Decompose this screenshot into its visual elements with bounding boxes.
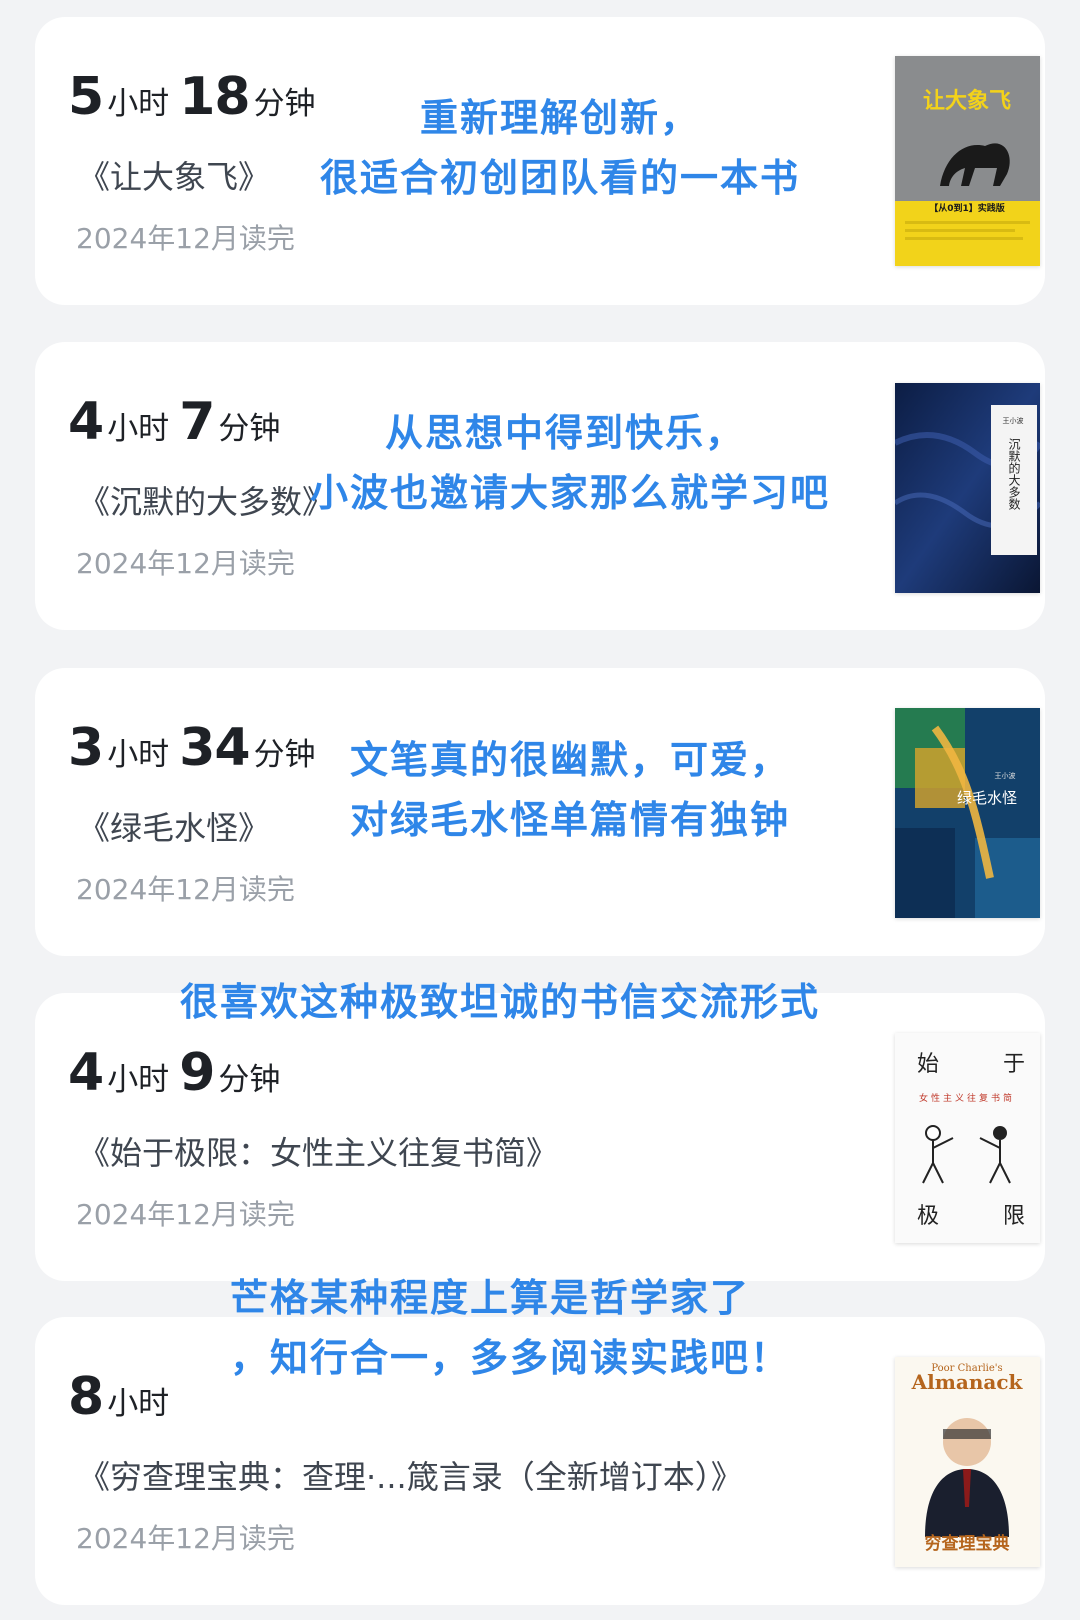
cover-title: 让大象飞 <box>923 88 1011 114</box>
reading-time: 8 小时 <box>68 1367 170 1427</box>
handwritten-note: 文笔真的很幽默，可爱， 对绿毛水怪单篇情有独钟 <box>349 738 790 842</box>
book-cover[interactable]: 始 于 女性主义往复书简 极 限 <box>895 1033 1040 1243</box>
reading-time: 3 小时 34 分钟 <box>68 718 316 778</box>
book-title: 《让大象飞》 <box>78 158 271 196</box>
book-cover[interactable]: 让大象飞 【从0到1】实践版 <box>895 56 1040 266</box>
handwritten-note: 从思想中得到快乐， 小波也邀请大家那么就学习吧 <box>310 411 831 515</box>
book-title: 《始于极限：女性主义往复书简》 <box>78 1134 559 1172</box>
book-title: 《沉默的大多数》 <box>78 483 335 521</box>
svg-text:于: 于 <box>1003 1052 1025 1077</box>
reading-time: 4 小时 9 分钟 <box>68 1043 281 1103</box>
finished-date: 2024年12月读完 <box>76 222 295 255</box>
book-card[interactable]: 4 小时 9 分钟 《始于极限：女性主义往复书简》 2024年12月读完 始 于 女性… <box>35 993 1045 1281</box>
handwritten-note: 重新理解创新， 很适合初创团队看的一本书 <box>320 96 801 200</box>
book-cover[interactable]: Poor Charlie's Almanack 穷查理宝典 <box>895 1357 1040 1567</box>
finished-date: 2024年12月读完 <box>76 1522 295 1555</box>
svg-text:王小波: 王小波 <box>1003 416 1024 425</box>
svg-text:女性主义往复书简: 女性主义往复书简 <box>919 1092 1015 1104</box>
svg-text:王小波: 王小波 <box>995 771 1016 780</box>
book-cover[interactable]: 王小波 沉默的大多数 <box>895 383 1040 593</box>
finished-date: 2024年12月读完 <box>76 1198 295 1231</box>
finished-date: 2024年12月读完 <box>76 873 295 906</box>
svg-text:Almanack: Almanack <box>911 1370 1024 1394</box>
reading-time: 4 小时 7 分钟 <box>68 392 281 452</box>
handwritten-note: 芒格某种程度上算是哲学家了 ，知行合一，多多阅读实践吧！ <box>230 1276 791 1380</box>
svg-text:穷查理宝典: 穷查理宝典 <box>925 1533 1010 1554</box>
book-title: 《穷查理宝典：查理·...箴言录（全新增订本）》 <box>78 1458 743 1496</box>
svg-text:【从0到1】实践版: 【从0到1】实践版 <box>929 202 1005 214</box>
handwritten-note: 很喜欢这种极致坦诚的书信交流形式 <box>179 980 820 1024</box>
svg-text:限: 限 <box>1003 1204 1025 1229</box>
reading-time: 5 小时 18 分钟 <box>68 67 316 127</box>
svg-text:绿毛水怪: 绿毛水怪 <box>957 789 1017 807</box>
finished-date: 2024年12月读完 <box>76 547 295 580</box>
book-title: 《绿毛水怪》 <box>78 809 271 847</box>
book-cover[interactable]: 绿毛水怪 王小波 <box>895 708 1040 918</box>
svg-text:始: 始 <box>917 1052 939 1077</box>
svg-text:极: 极 <box>917 1204 939 1229</box>
svg-text:沉默的大多数: 沉默的大多数 <box>1007 438 1021 511</box>
